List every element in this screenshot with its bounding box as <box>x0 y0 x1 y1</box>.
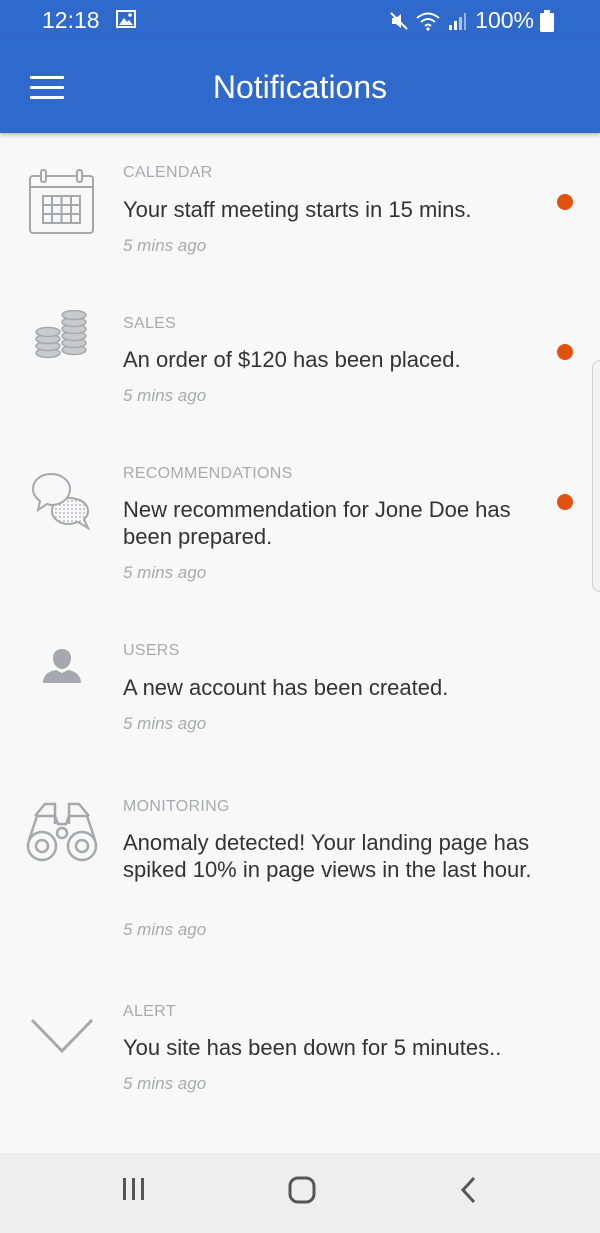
status-time: 12:18 <box>42 7 100 33</box>
coins-icon <box>34 309 90 365</box>
notification-category: USERS <box>123 642 180 659</box>
page-title: Notifications <box>212 69 388 105</box>
notification-time: 5 mins ago <box>123 563 207 582</box>
notification-category: CALENDAR <box>123 164 213 181</box>
notification-item[interactable]: SALES An order of $120 has been placed. … <box>0 284 600 434</box>
notification-time: 5 mins ago <box>123 236 207 255</box>
user-icon <box>42 648 82 689</box>
chat-bubbles-icon <box>30 471 92 538</box>
notification-item[interactable]: USERS A new account has been created. 5 … <box>0 611 600 762</box>
app-bar: Notifications <box>0 40 600 133</box>
home-button[interactable] <box>287 1175 317 1210</box>
back-icon <box>460 1176 476 1204</box>
notification-category: MONITORING <box>123 798 230 815</box>
unread-indicator <box>557 194 573 210</box>
status-bar: 12:18 100% <box>0 0 600 40</box>
notification-item[interactable]: ALERT You site has been down for 5 minut… <box>0 967 600 1127</box>
notification-time: 5 mins ago <box>123 714 207 733</box>
notification-category: ALERT <box>123 1003 176 1020</box>
wifi-icon <box>416 12 440 31</box>
status-indicators: 100% <box>389 7 560 34</box>
mute-icon <box>390 11 408 30</box>
chevron-down-icon <box>30 1017 94 1060</box>
notification-message: You site has been down for 5 minutes.. <box>123 1035 502 1060</box>
battery-icon <box>540 9 554 32</box>
unread-indicator <box>557 494 573 510</box>
notification-item[interactable]: MONITORING Anomaly detected! Your landin… <box>0 762 600 967</box>
recent-apps-button[interactable] <box>120 1175 148 1208</box>
notification-category: RECOMMENDATIONS <box>123 465 293 482</box>
back-button[interactable] <box>458 1175 482 1210</box>
notification-message: New recommendation for Jone Doe has been… <box>123 497 511 549</box>
recent-apps-icon <box>123 1178 144 1200</box>
image-notification-icon <box>116 10 136 33</box>
system-nav-bar <box>0 1153 600 1233</box>
notification-message: An order of $120 has been placed. <box>123 347 461 372</box>
edge-panel-handle[interactable] <box>592 360 600 592</box>
notification-time: 5 mins ago <box>123 920 207 939</box>
notification-time: 5 mins ago <box>123 1074 207 1093</box>
calendar-icon <box>27 168 97 241</box>
signal-icon <box>449 12 467 30</box>
home-icon <box>288 1176 316 1204</box>
notification-message: Anomaly detected! Your landing page has … <box>123 830 532 882</box>
notification-time: 5 mins ago <box>123 386 207 405</box>
unread-indicator <box>557 344 573 360</box>
battery-percent: 100% <box>475 7 534 33</box>
notification-message: A new account has been created. <box>123 675 449 700</box>
notification-item[interactable]: CALENDAR Your staff meeting starts in 15… <box>0 133 600 284</box>
notification-item[interactable]: RECOMMENDATIONS New recommendation for J… <box>0 434 600 611</box>
notification-message: Your staff meeting starts in 15 mins. <box>123 197 472 222</box>
binoculars-icon <box>25 802 99 869</box>
notification-category: SALES <box>123 315 177 332</box>
